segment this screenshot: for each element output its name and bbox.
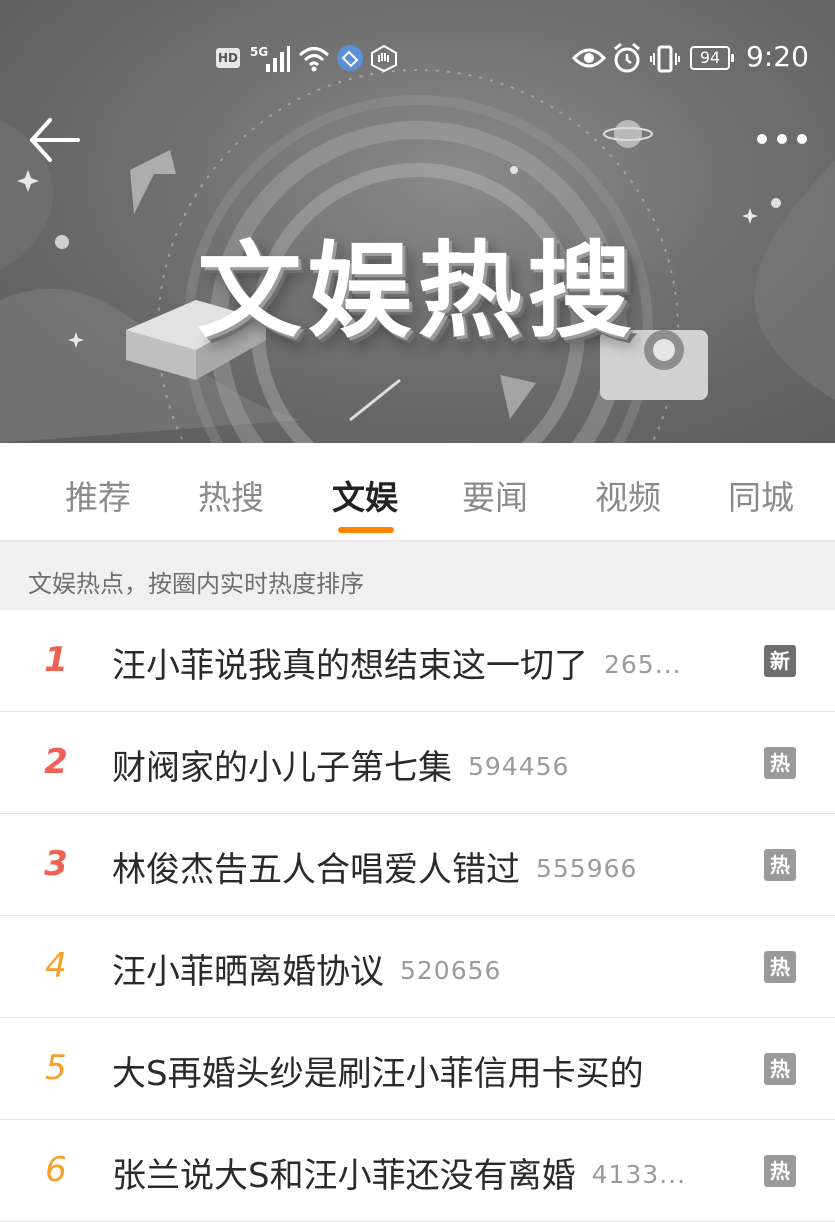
tab-hot-search[interactable]: 热搜 (181, 471, 281, 519)
category-tabs: 推荐 热搜 文娱 要闻 视频 同城 (0, 443, 835, 540)
alarm-icon (614, 42, 640, 73)
list-item[interactable]: 3 林俊杰告五人合唱爱人错过 555966 热 (0, 814, 835, 916)
wifi-icon (298, 47, 330, 72)
heat-count: 594456 (468, 752, 570, 781)
topic-title-text: 汪小菲晒离婚协议 (112, 952, 384, 992)
hot-badge: 热 (764, 1053, 796, 1085)
topic-title-text: 林俊杰告五人合唱爱人错过 (112, 850, 520, 890)
tab-video[interactable]: 视频 (578, 471, 678, 519)
rank-number: 1 (44, 640, 68, 680)
topic-title: 财阀家的小儿子第七集 594456 (112, 740, 569, 789)
tab-entertainment[interactable]: 文娱 (315, 471, 415, 519)
list-item[interactable]: 4 汪小菲晒离婚协议 520656 热 (0, 916, 835, 1018)
vibrate-icon (650, 45, 680, 73)
app-notification-icon (337, 45, 363, 71)
banner-title: 文娱热搜 (197, 230, 638, 352)
back-arrow-icon[interactable] (24, 114, 84, 166)
topic-title: 汪小菲说我真的想结束这一切了 265... (112, 638, 682, 687)
rank-number: 6 (45, 1150, 67, 1190)
section-description-text: 文娱热点，按圈内实时热度排序 (28, 570, 364, 598)
list-item[interactable]: 1 汪小菲说我真的想结束这一切了 265... 新 (0, 610, 835, 712)
list-item[interactable]: 6 张兰说大S和汪小菲还没有离婚 4133... 热 (0, 1120, 835, 1222)
tab-recommend[interactable]: 推荐 (48, 471, 148, 519)
topic-title: 林俊杰告五人合唱爱人错过 555966 (112, 842, 637, 891)
topic-title: 汪小菲晒离婚协议 520656 (112, 944, 501, 993)
hand-notification-icon (371, 44, 397, 72)
rank-number: 3 (44, 844, 68, 884)
topic-title: 张兰说大S和汪小菲还没有离婚 4133... (112, 1148, 686, 1197)
new-badge: 新 (764, 645, 796, 677)
active-tab-indicator (338, 527, 394, 533)
topic-title-text: 大S再婚头纱是刷汪小菲信用卡买的 (112, 1054, 644, 1094)
section-description: 文娱热点，按圈内实时热度排序 (0, 540, 835, 610)
battery-indicator: 94 (690, 46, 734, 70)
topic-title-text: 汪小菲说我真的想结束这一切了 (112, 646, 588, 686)
rank-number: 2 (44, 742, 68, 782)
tab-local[interactable]: 同城 (711, 471, 811, 519)
status-bar: HD 5G 94 9:20 (0, 36, 835, 82)
more-options-icon[interactable] (752, 124, 812, 154)
heat-count: 520656 (400, 956, 502, 985)
hd-indicator: HD (216, 48, 240, 68)
hot-badge: 热 (764, 747, 796, 779)
list-item[interactable]: 2 财阀家的小儿子第七集 594456 热 (0, 712, 835, 814)
topic-title-text: 财阀家的小儿子第七集 (112, 748, 452, 788)
header-banner: HD 5G 94 9:20 文娱热搜 (0, 0, 835, 443)
hot-badge: 热 (764, 849, 796, 881)
hot-search-list: 1 汪小菲说我真的想结束这一切了 265... 新 2 财阀家的小儿子第七集 594… (0, 610, 835, 1222)
signal-icon: 5G (250, 45, 290, 72)
rank-number: 5 (45, 1048, 67, 1088)
svg-text:5G: 5G (250, 45, 268, 59)
hot-badge: 热 (764, 951, 796, 983)
heat-count: 265... (604, 650, 682, 679)
tab-news[interactable]: 要闻 (445, 471, 545, 519)
heat-count: 4133... (591, 1160, 687, 1189)
hot-badge: 热 (764, 1155, 796, 1187)
list-item[interactable]: 5 大S再婚头纱是刷汪小菲信用卡买的 热 (0, 1018, 835, 1120)
topic-title: 大S再婚头纱是刷汪小菲信用卡买的 (112, 1046, 660, 1095)
topic-title-text: 张兰说大S和汪小菲还没有离婚 (112, 1156, 576, 1196)
clock: 9:20 (746, 40, 809, 73)
eye-comfort-icon (572, 48, 606, 68)
heat-count: 555966 (536, 854, 638, 883)
rank-number: 4 (45, 946, 67, 986)
